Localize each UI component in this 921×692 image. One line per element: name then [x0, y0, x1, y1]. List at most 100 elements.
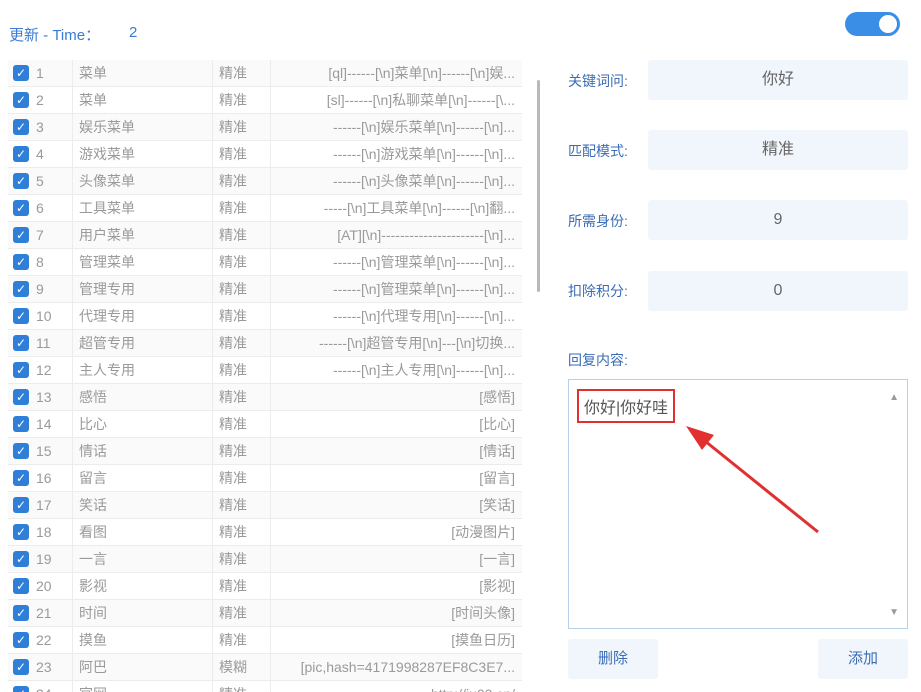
row-checkbox[interactable]: ✓ — [13, 146, 29, 162]
table-row[interactable]: ✓ 10 代理专用 精准 ------[\n]代理专用[\n]------[\n]... — [8, 303, 522, 330]
table-row[interactable]: ✓ 17 笑话 精准 [笑话] — [8, 492, 522, 519]
row-index: 17 — [36, 497, 52, 513]
reply-label: 回复内容: — [568, 352, 628, 368]
row-checkbox[interactable]: ✓ — [13, 119, 29, 135]
match-mode-label: 匹配模式: — [568, 143, 628, 159]
table-row[interactable]: ✓ 14 比心 精准 [比心] — [8, 411, 522, 438]
row-index: 20 — [36, 578, 52, 594]
scroll-up-icon[interactable]: ▲ — [889, 392, 899, 403]
row-reply: ------[\n]游戏菜单[\n]------[\n]... — [270, 141, 522, 167]
table-row[interactable]: ✓ 13 感悟 精准 [感悟] — [8, 384, 522, 411]
row-checkbox[interactable]: ✓ — [13, 416, 29, 432]
reply-textarea[interactable]: 你好|你好哇 ▲ ▼ — [568, 379, 908, 629]
row-mode: 精准 — [212, 330, 277, 356]
row-checkbox[interactable]: ✓ — [13, 254, 29, 270]
toggle-knob — [879, 15, 897, 33]
row-reply: [pic,hash=4171998287EF8C3E7... — [270, 654, 522, 680]
table-row[interactable]: ✓ 5 头像菜单 精准 ------[\n]头像菜单[\n]------[\n]... — [8, 168, 522, 195]
row-reply: -----[\n]工具菜单[\n]------[\n]翻... — [270, 195, 522, 221]
delete-button[interactable]: 删除 — [568, 639, 658, 679]
top-bar: 更新 - Time： 2 — [0, 0, 921, 56]
row-reply: [影视] — [270, 573, 522, 599]
row-index: 18 — [36, 524, 52, 540]
row-index: 10 — [36, 308, 52, 324]
row-keyword: 笑话 — [72, 492, 219, 518]
row-keyword: 留言 — [72, 465, 219, 491]
row-keyword: 管理菜单 — [72, 249, 219, 275]
table-row[interactable]: ✓ 15 情话 精准 [情话] — [8, 438, 522, 465]
row-keyword: 时间 — [72, 600, 219, 626]
row-checkbox[interactable]: ✓ — [13, 308, 29, 324]
table-row[interactable]: ✓ 12 主人专用 精准 ------[\n]主人专用[\n]------[\n]... — [8, 357, 522, 384]
table-row[interactable]: ✓ 24官网精准http://iu00.cn/ — [8, 681, 522, 692]
row-checkbox[interactable]: ✓ — [13, 605, 29, 621]
row-mode: 精准 — [212, 492, 277, 518]
points-label: 扣除积分: — [568, 283, 628, 299]
row-index: 24 — [36, 681, 70, 692]
row-index: 7 — [36, 227, 44, 243]
table-row[interactable]: ✓ 11 超管专用 精准 ------[\n]超管专用[\n]---[\n]切换... — [8, 330, 522, 357]
row-reply: [留言] — [270, 465, 522, 491]
row-checkbox[interactable]: ✓ — [13, 524, 29, 540]
add-button[interactable]: 添加 — [818, 639, 908, 679]
table-row[interactable]: ✓ 18 看图 精准 [动漫图片] — [8, 519, 522, 546]
row-checkbox[interactable]: ✓ — [13, 200, 29, 216]
row-checkbox[interactable]: ✓ — [13, 65, 29, 81]
keyword-field[interactable]: 你好 — [648, 60, 908, 100]
scroll-down-icon[interactable]: ▼ — [889, 607, 899, 618]
table-row[interactable]: ✓ 16 留言 精准 [留言] — [8, 465, 522, 492]
row-checkbox[interactable]: ✓ — [13, 173, 29, 189]
row-checkbox[interactable]: ✓ — [13, 578, 29, 594]
points-field[interactable]: 0 — [648, 271, 908, 311]
row-checkbox[interactable]: ✓ — [13, 92, 29, 108]
row-mode: 精准 — [212, 519, 277, 545]
table-row[interactable]: ✓ 7 用户菜单 精准 [AT][\n]----------------------[\… — [8, 222, 522, 249]
table-row[interactable]: ✓ 21 时间 精准 [时间头像] — [8, 600, 522, 627]
row-mode: 精准 — [212, 195, 277, 221]
row-checkbox[interactable]: ✓ — [13, 389, 29, 405]
row-mode: 精准 — [212, 546, 277, 572]
row-reply: [感悟] — [270, 384, 522, 410]
row-checkbox[interactable]: ✓ — [13, 659, 29, 675]
row-mode: 精准 — [212, 438, 277, 464]
table-row[interactable]: ✓ 19 一言 精准 [一言] — [8, 546, 522, 573]
identity-field[interactable]: 9 — [648, 200, 908, 240]
table-row[interactable]: ✓ 23 阿巴 模糊 [pic,hash=4171998287EF8C3E7... — [8, 654, 522, 681]
table-row[interactable]: ✓ 2 菜单 精准 [sl]------[\n]私聊菜单[\n]------[\... — [8, 87, 522, 114]
match-mode-field[interactable]: 精准 — [648, 130, 908, 170]
row-checkbox[interactable]: ✓ — [13, 362, 29, 378]
row-index: 6 — [36, 200, 44, 216]
table-row[interactable]: ✓ 20 影视 精准 [影视] — [8, 573, 522, 600]
row-checkbox[interactable]: ✓ — [13, 632, 29, 648]
table-row[interactable]: ✓ 22 摸鱼 精准 [摸鱼日历] — [8, 627, 522, 654]
row-mode: 精准 — [212, 357, 277, 383]
row-index: 13 — [36, 389, 52, 405]
table-row[interactable]: ✓ 4 游戏菜单 精准 ------[\n]游戏菜单[\n]------[\n]... — [8, 141, 522, 168]
table-row[interactable]: ✓ 9 管理专用 精准 ------[\n]管理菜单[\n]------[\n]... — [8, 276, 522, 303]
table-scrollbar[interactable] — [537, 80, 540, 292]
keyword-table: ✓ 1 菜单 精准 [ql]------[\n]菜单[\n]------[\n]娱...… — [8, 60, 522, 692]
table-row[interactable]: ✓ 1 菜单 精准 [ql]------[\n]菜单[\n]------[\n]娱... — [8, 60, 522, 87]
row-mode: 精准 — [212, 87, 277, 113]
row-checkbox[interactable]: ✓ — [13, 551, 29, 567]
row-checkbox[interactable]: ✓ — [13, 686, 29, 692]
row-checkbox[interactable]: ✓ — [13, 497, 29, 513]
row-checkbox[interactable]: ✓ — [13, 443, 29, 459]
row-checkbox[interactable]: ✓ — [13, 281, 29, 297]
identity-label: 所需身份: — [568, 213, 628, 229]
row-reply: [比心] — [270, 411, 522, 437]
table-row[interactable]: ✓ 3 娱乐菜单 精准 ------[\n]娱乐菜单[\n]------[\n]... — [8, 114, 522, 141]
table-row[interactable]: ✓ 6 工具菜单 精准 -----[\n]工具菜单[\n]------[\n]翻... — [8, 195, 522, 222]
row-keyword: 情话 — [72, 438, 219, 464]
row-reply: [笑话] — [270, 492, 522, 518]
enable-toggle[interactable] — [845, 12, 900, 36]
row-keyword: 感悟 — [72, 384, 219, 410]
row-mode: 精准 — [212, 168, 277, 194]
row-keyword: 代理专用 — [72, 303, 219, 329]
keyword-label: 关键词问: — [568, 73, 628, 89]
row-mode: 精准 — [212, 141, 277, 167]
table-row[interactable]: ✓ 8 管理菜单 精准 ------[\n]管理菜单[\n]------[\n]... — [8, 249, 522, 276]
row-checkbox[interactable]: ✓ — [13, 227, 29, 243]
row-checkbox[interactable]: ✓ — [13, 335, 29, 351]
row-checkbox[interactable]: ✓ — [13, 470, 29, 486]
